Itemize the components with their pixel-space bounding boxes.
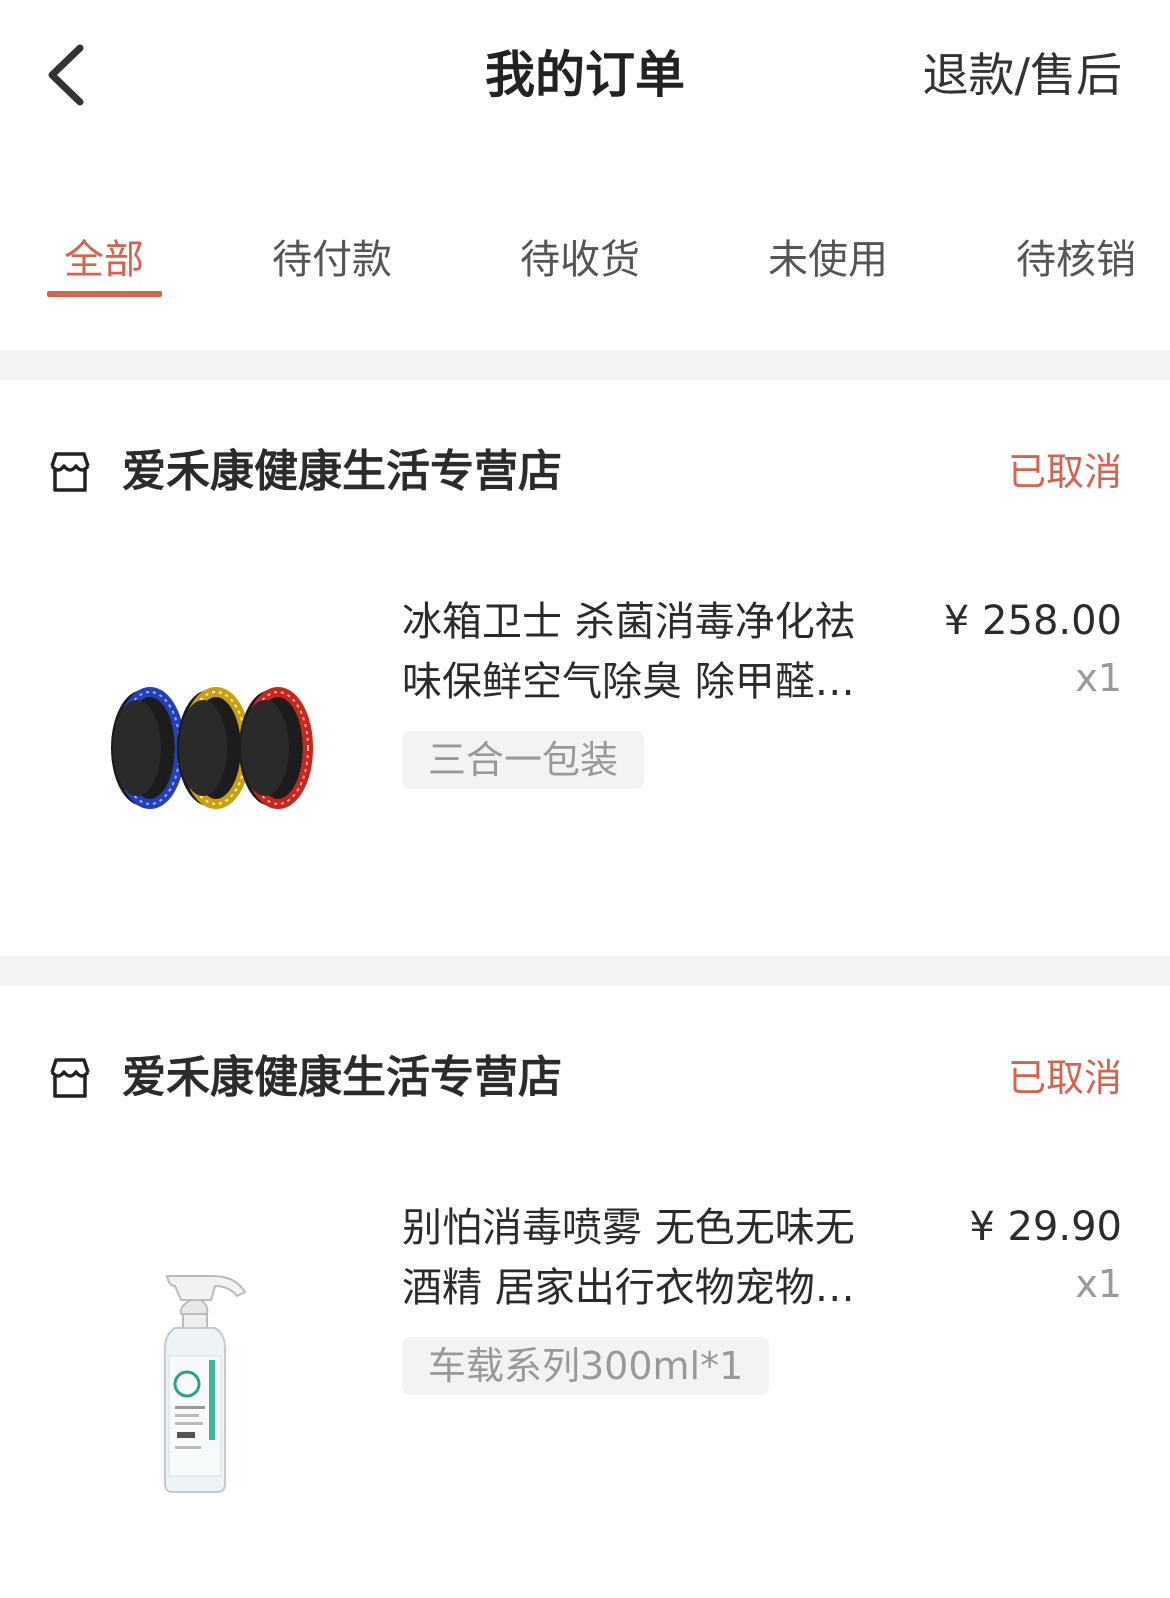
section-divider <box>0 350 1170 380</box>
product-image[interactable] <box>95 608 315 888</box>
tab-unused[interactable]: 未使用 <box>768 232 888 288</box>
tab-pending-payment[interactable]: 待付款 <box>272 232 392 288</box>
tab-all[interactable]: 全部 <box>64 232 144 288</box>
product-name-line2: 酒精 居家出行衣物宠物… <box>402 1265 855 1311</box>
order-status: 已取消 <box>1007 1056 1122 1100</box>
store-name[interactable]: 爱禾康健康生活专营店 <box>122 1048 562 1108</box>
product-image[interactable] <box>95 1236 315 1516</box>
active-tab-indicator <box>47 291 162 297</box>
tab-pending-receipt[interactable]: 待收货 <box>520 232 640 288</box>
product-quantity: x1 <box>1075 656 1122 700</box>
product-name[interactable]: 别怕消毒喷雾 无色无味无 酒精 居家出行衣物宠物… <box>402 1198 902 1318</box>
product-name-line1: 冰箱卫士 杀菌消毒净化祛 <box>402 599 855 645</box>
product-name-line1: 别怕消毒喷雾 无色无味无 <box>402 1205 855 1251</box>
product-quantity: x1 <box>1075 1262 1122 1306</box>
product-name-line2: 味保鲜空气除臭 除甲醛… <box>402 659 855 705</box>
product-price: ¥ 258.00 <box>943 598 1122 644</box>
nav-bar: 我的订单 退款/售后 <box>0 0 1170 150</box>
section-divider <box>0 956 1170 986</box>
order-card[interactable]: 爱禾康健康生活专营店 已取消 冰箱卫士 杀菌消毒净化祛 味保鲜空气除臭 除甲醛…… <box>0 380 1170 956</box>
product-price: ¥ 29.90 <box>969 1204 1122 1250</box>
store-name[interactable]: 爱禾康健康生活专营店 <box>122 442 562 502</box>
product-spec-badge: 三合一包装 <box>402 731 645 789</box>
product-spec-badge: 车载系列300ml*1 <box>402 1337 770 1395</box>
store-icon <box>50 1058 90 1098</box>
order-status: 已取消 <box>1007 450 1122 494</box>
product-name[interactable]: 冰箱卫士 杀菌消毒净化祛 味保鲜空气除臭 除甲醛… <box>402 592 902 712</box>
order-card[interactable]: 爱禾康健康生活专营店 已取消 别怕消毒喷雾 无色无味无 酒精 居家出行衣物宠物…… <box>0 986 1170 1598</box>
store-icon <box>50 452 90 492</box>
refund-aftersale-link[interactable]: 退款/售后 <box>923 42 1123 108</box>
tab-pending-verification[interactable]: 待核销 <box>1016 232 1136 288</box>
